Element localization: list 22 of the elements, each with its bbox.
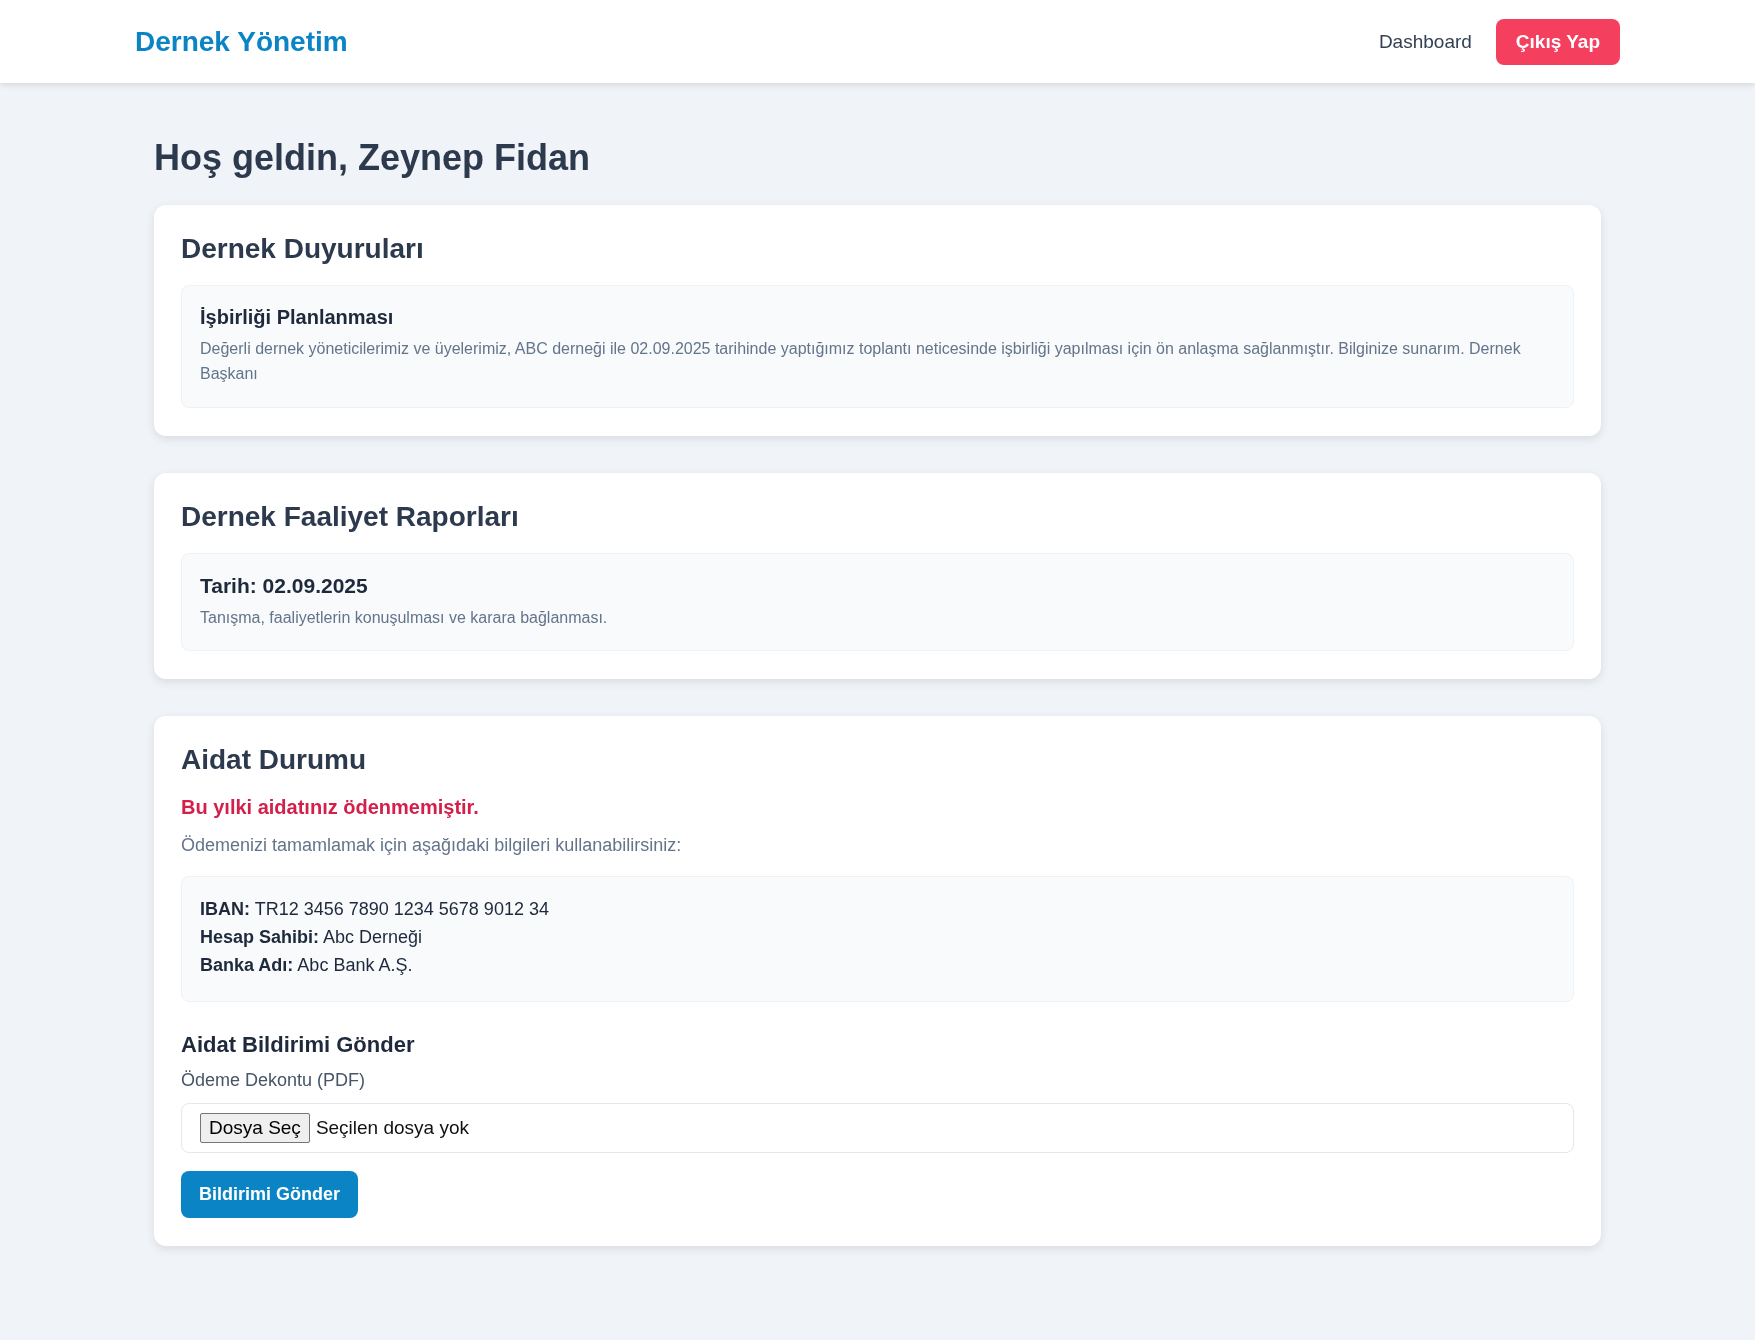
item-title: Tarih: 02.09.2025 <box>200 573 369 598</box>
file-status-text: Seçilen dosya yok <box>315 1117 470 1140</box>
section-title: Aidat Durumu <box>181 744 368 777</box>
submit-button[interactable]: Bildirimi Gönder <box>181 1171 358 1219</box>
nav-link[interactable]: Dashboard <box>1378 30 1472 53</box>
item-text: Tanışma, faaliyetlerin konuşulması ve karara bağlanması. <box>200 607 609 628</box>
dues-status-text: Bu yılki aidatınız ödenmemiştir. <box>181 796 480 820</box>
field-label: Ödeme Dekontu (PDF) <box>181 1070 367 1092</box>
item-text: Değerli dernek yöneticilerimiz ve üyelerimiz, ABC derneği ile 02.09.2025 tarihinde yaptığımız toplantı neticesinde işbirliği yapılması için ön anlaşma sağlanmıştır. Bilginize sunarım. Dernek Başkanı <box>200 339 1522 384</box>
brand-logo-link[interactable]: Dernek Yönetim <box>135 25 348 58</box>
bank-detail-text: Banka Adı: Abc Bank A.Ş. <box>200 954 414 978</box>
section-title: Dernek Duyuruları <box>181 233 425 265</box>
bank-detail-text: IBAN: TR12 3456 7890 1234 5678 9012 34 <box>200 898 550 922</box>
bank-detail-text: Hesap Sahibi: Abc Derneği <box>200 926 424 950</box>
item-title: İşbirliği Planlanması <box>200 306 395 329</box>
form-title: Aidat Bildirimi Gönder <box>181 1032 416 1059</box>
greeting-heading: Hoş geldin, Zeynep Fidan <box>154 137 592 179</box>
section-title: Dernek Faaliyet Raporları <box>181 500 520 533</box>
file-input-field[interactable]: Dosya Seç Seçilen dosya yok <box>181 1103 1574 1154</box>
instruction-text: Ödemenizi tamamlamak için aşağıdaki bilgileri kullanabilirsiniz: <box>181 835 683 857</box>
choose-file-button[interactable]: Dosya Seç <box>200 1113 310 1144</box>
logout-button[interactable]: Çıkış Yap <box>1495 18 1620 65</box>
